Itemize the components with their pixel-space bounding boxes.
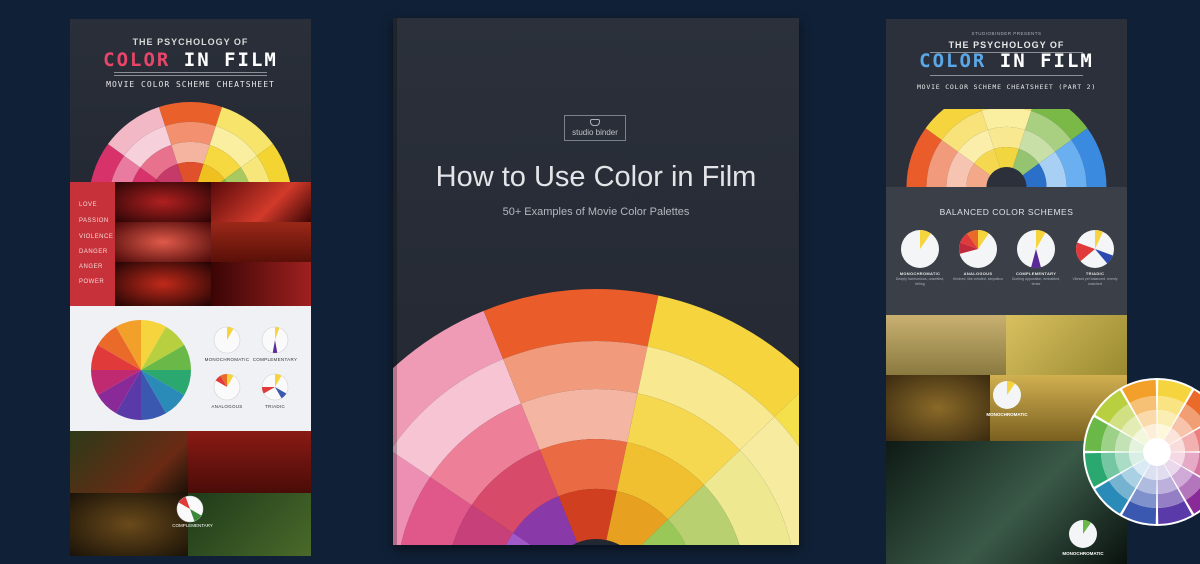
scheme-name: COMPLEMENTARY: [1015, 271, 1057, 276]
emotion-word-box: LOVE PASSION VIOLENCE DANGER ANGER POWER: [70, 182, 115, 306]
left-header: THE PSYCHOLOGY OF COLOR IN FILM MOVIE CO…: [70, 19, 311, 204]
right-pretitle-2: THE PSYCHOLOGY OF: [948, 40, 1065, 50]
scheme-name: MONOCHROMATIC: [899, 271, 941, 276]
emotion-word: DANGER: [79, 249, 108, 255]
scheme-name: TRIADIC: [1085, 271, 1105, 276]
analogous-swatch-icon: [213, 373, 241, 401]
fan-segment: [171, 142, 210, 165]
right-title: COLOR IN FILM: [886, 50, 1127, 72]
book-color-fan: [393, 289, 799, 545]
right-title-accent: COLOR: [919, 50, 987, 72]
fan-segment: [165, 122, 216, 146]
scheme-card-complementary: COMPLEMENTARY Dueling opposition, embatt…: [1009, 229, 1063, 286]
mono-overlay-label: MONOCHROMATIC: [986, 412, 1028, 417]
scheme-card-monochromatic: MONOCHROMATIC Deeply harmonious, unsettl…: [893, 229, 947, 286]
mono-yellow-overlay-icon: [993, 381, 1021, 409]
scheme-desc: Deeply harmonious, unsettled, telling: [895, 277, 945, 286]
scheme-label: ANALOGOUS: [211, 404, 243, 409]
right-title-rest: IN FILM: [999, 50, 1094, 72]
scheme-name: ANALOGOUS: [963, 271, 993, 276]
left-infographic: THE PSYCHOLOGY OF COLOR IN FILM MOVIE CO…: [70, 19, 311, 556]
emotion-word: POWER: [79, 279, 105, 285]
triadic-pie-icon: [1076, 230, 1114, 268]
film-still: [886, 315, 1006, 375]
left-title-rest: IN FILM: [183, 49, 278, 71]
scheme-desc: Dueling opposition, embattled, tense: [1011, 277, 1061, 286]
complementary-pie-icon: [1017, 230, 1055, 268]
scheme-label: TRIADIC: [264, 404, 286, 409]
book-spine: [393, 18, 397, 545]
emotion-word: VIOLENCE: [79, 234, 114, 240]
fan-segment: [981, 109, 1032, 130]
full-color-wheel: [91, 320, 191, 420]
left-title: COLOR IN FILM: [70, 49, 311, 71]
scheme-card-analogous: ANALOGOUS Kindred, like-minded, simpatic…: [951, 229, 1005, 281]
film-still: [115, 222, 211, 262]
fan-segment: [987, 127, 1026, 149]
color-wheel-section: MONOCHROMATIC COMPLEMENTARY ANALOGOUS TR…: [70, 306, 311, 431]
emotion-word: LOVE: [79, 202, 98, 208]
left-title-rule-bottom: [114, 75, 267, 76]
film-still: [188, 431, 311, 493]
analogous-pie-icon: [959, 230, 997, 268]
right-title-rule-bottom: [930, 75, 1083, 76]
red-film-collage: LOVE PASSION VIOLENCE DANGER ANGER POWER: [70, 182, 311, 306]
film-still: [70, 431, 188, 493]
film-still: [115, 262, 211, 306]
film-still: [211, 222, 311, 262]
scheme-desc: Vibrant yet balanced, evenly matched: [1072, 277, 1118, 286]
left-pretitle: THE PSYCHOLOGY OF: [132, 37, 249, 47]
balanced-schemes-title: BALANCED COLOR SCHEMES: [939, 207, 1074, 217]
film-still: [211, 262, 311, 306]
balanced-schemes-section: BALANCED COLOR SCHEMES MONOCHROMATIC Dee…: [886, 187, 1127, 315]
studiobinder-logo: studio binder: [564, 115, 626, 141]
scheme-label: MONOCHROMATIC: [204, 357, 250, 362]
film-still: [211, 182, 311, 222]
book-subtitle: 50+ Examples of Movie Color Palettes: [502, 206, 690, 218]
logo-text: studio binder: [572, 128, 618, 137]
scheme-card-triadic: TRIADIC Vibrant yet balanced, evenly mat…: [1068, 229, 1122, 286]
right-pretitle: STUDIOBINDER PRESENTS: [971, 31, 1042, 36]
left-title-accent: COLOR: [103, 49, 171, 71]
complementary-overlay-label: COMPLEMENTARY: [172, 523, 213, 528]
film-still: [1006, 315, 1127, 375]
mono-overlay-label: MONOCHROMATIC: [1062, 551, 1104, 556]
scheme-label: COMPLEMENTARY: [252, 357, 298, 362]
right-color-fan: [906, 109, 1107, 187]
ebook-cover: studio binder How to Use Color in Film 5…: [393, 18, 799, 545]
monochromatic-swatch-icon: [213, 326, 241, 354]
logo-glyph-icon: [590, 119, 600, 126]
left-title-rule-top: [114, 72, 267, 73]
emotion-word: ANGER: [79, 264, 103, 270]
overlay-color-wheel: [1083, 378, 1200, 526]
book-title: How to Use Color in Film: [435, 161, 757, 193]
left-subtitle: MOVIE COLOR SCHEME CHEATSHEET: [106, 80, 275, 89]
scheme-desc: Kindred, like-minded, simpatico: [953, 277, 1003, 281]
film-still: [886, 375, 990, 441]
right-subtitle: MOVIE COLOR SCHEME CHEATSHEET (PART 2): [916, 83, 1097, 91]
film-still: [115, 182, 211, 222]
emotion-word: PASSION: [79, 218, 109, 224]
green-red-film-collage: COMPLEMENTARY: [70, 431, 311, 556]
complementary-swatch-icon: [261, 326, 289, 354]
monochromatic-pie-icon: [901, 230, 939, 268]
triadic-swatch-icon: [261, 373, 289, 401]
